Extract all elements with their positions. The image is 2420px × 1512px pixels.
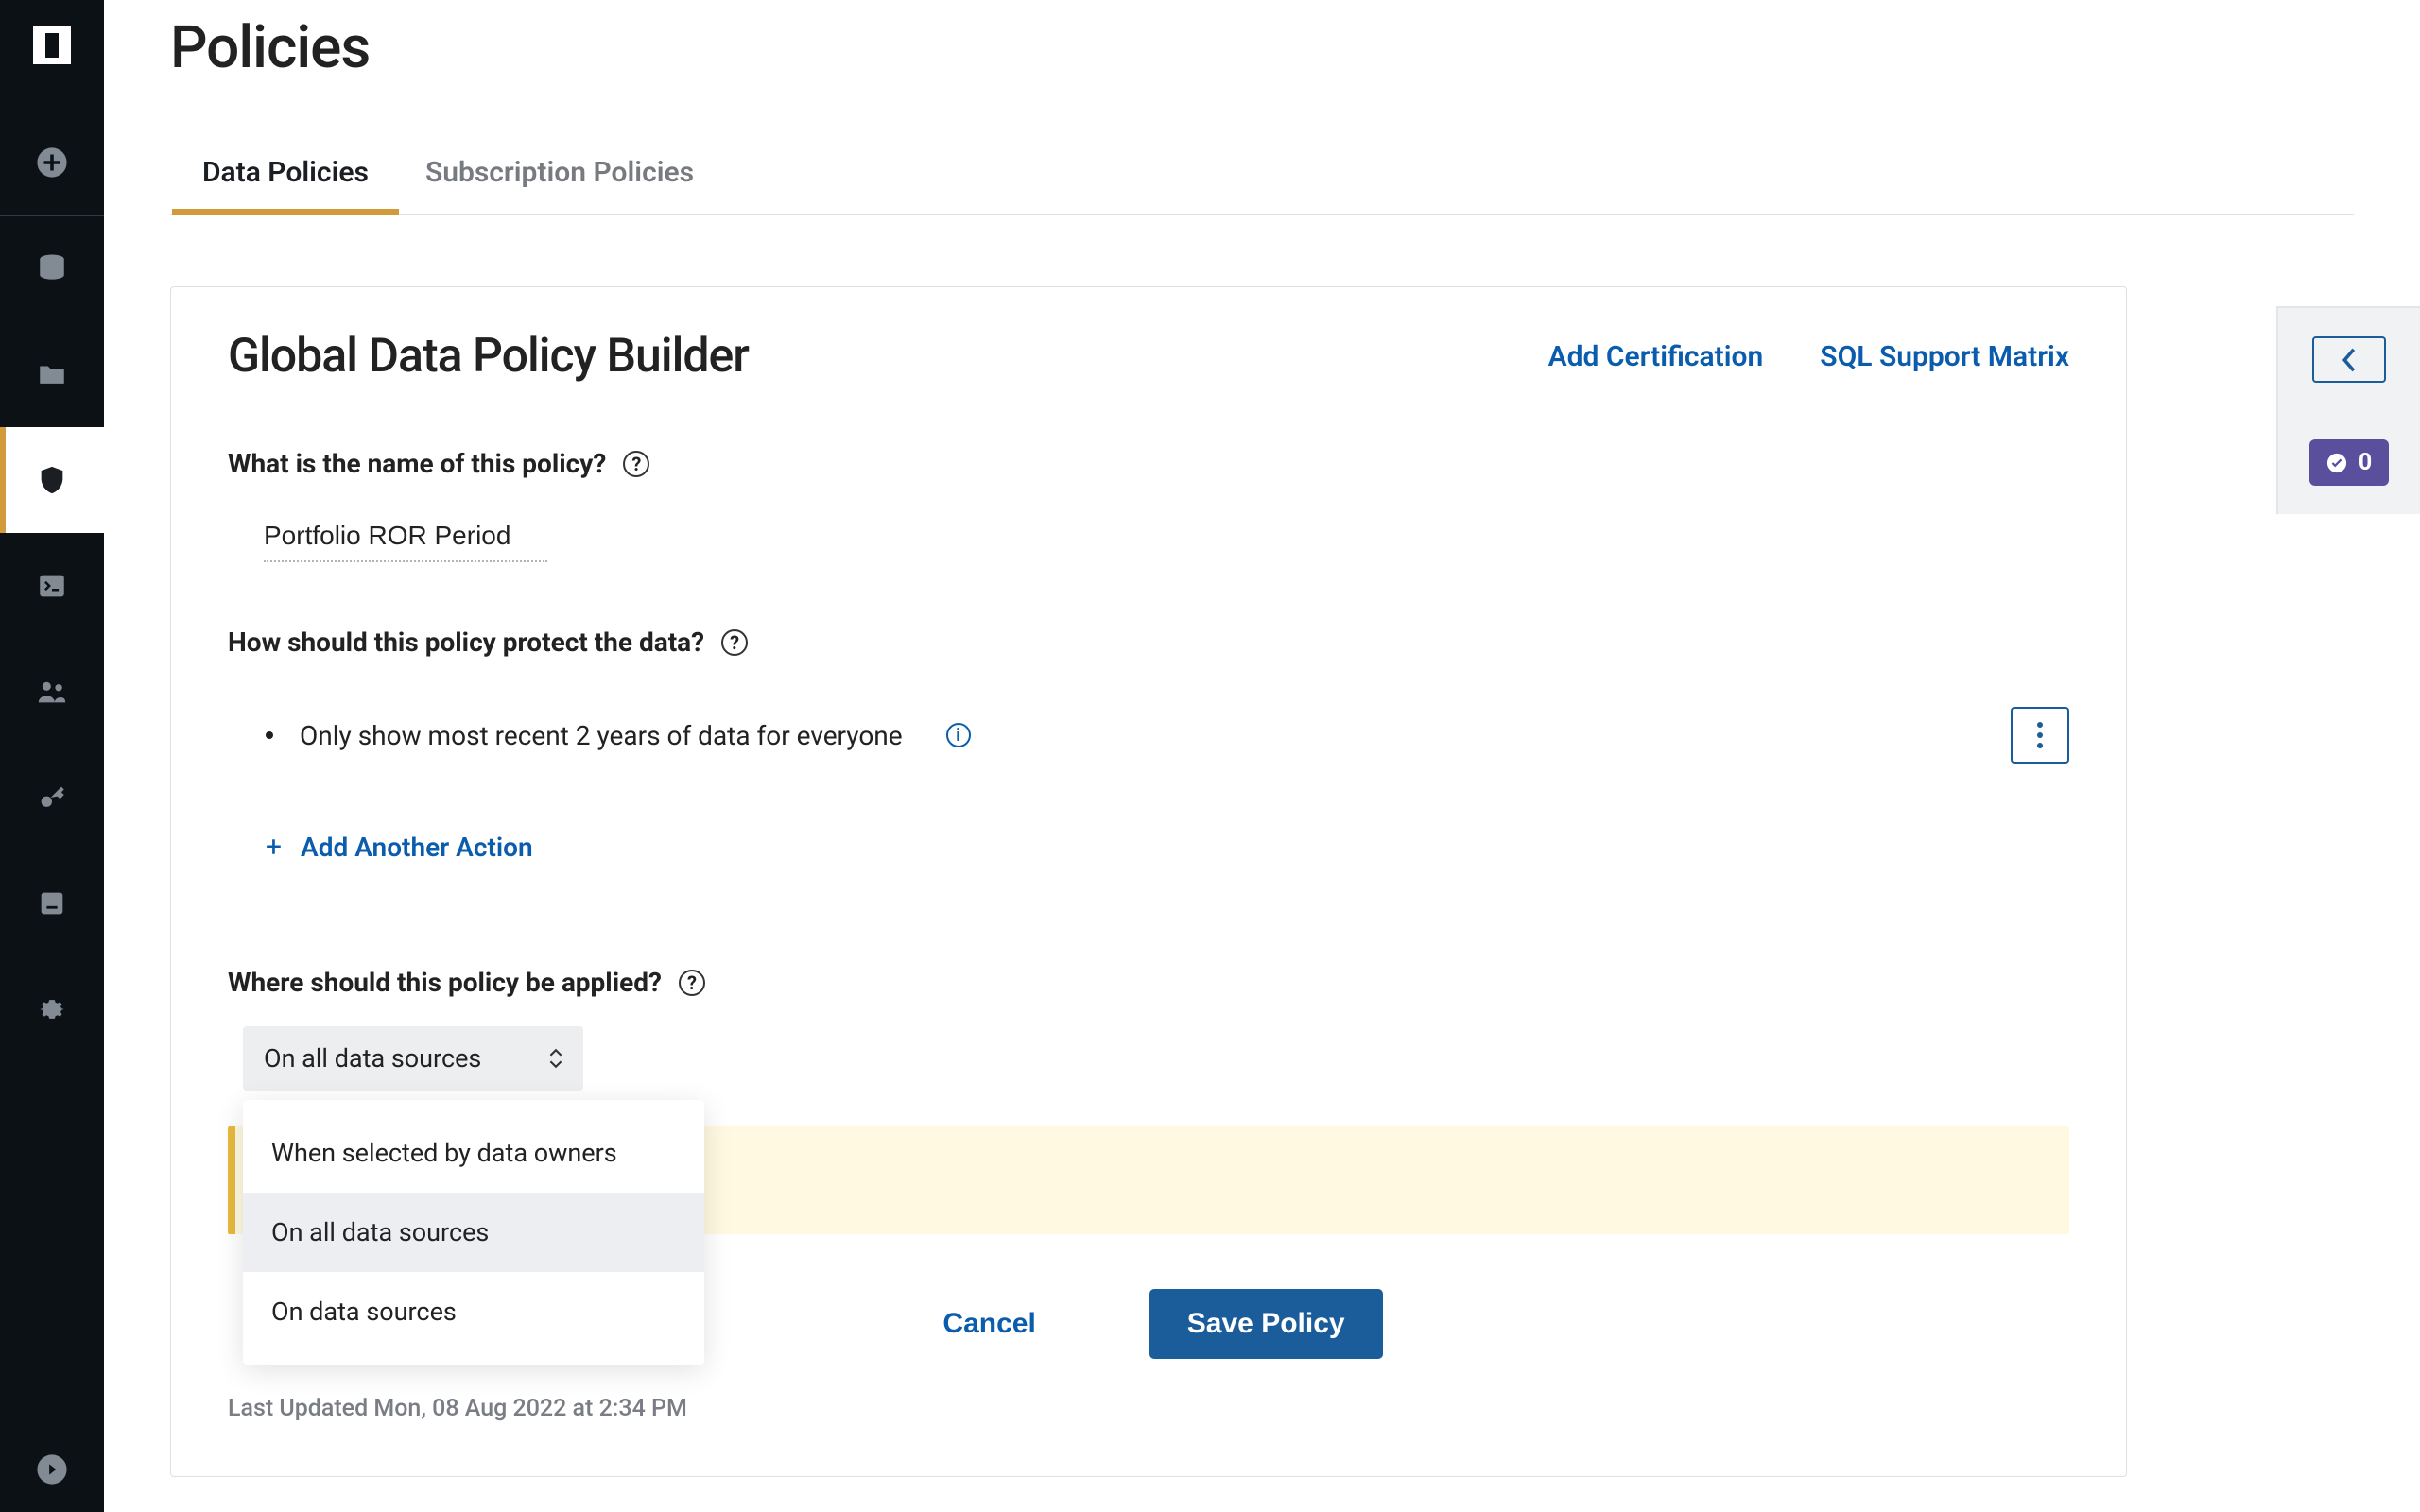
protect-question-label: How should this policy protect the data? <box>228 627 704 658</box>
dropdown-option-owners[interactable]: When selected by data owners <box>243 1113 704 1193</box>
help-icon-protect[interactable]: ? <box>721 629 748 656</box>
bullet-icon <box>266 731 273 739</box>
protect-question-row: How should this policy protect the data?… <box>228 627 2069 658</box>
logo-icon[interactable] <box>33 26 71 64</box>
badge-count: 0 <box>2359 449 2372 476</box>
sidebar-item-console[interactable] <box>0 533 104 639</box>
help-icon-where[interactable]: ? <box>679 970 705 996</box>
add-action-button[interactable]: + Add Another Action <box>266 832 2069 863</box>
dropdown-option-all-sources[interactable]: On all data sources <box>243 1193 704 1272</box>
builder-title: Global Data Policy Builder <box>228 329 749 384</box>
database-icon <box>36 252 68 284</box>
chevron-left-icon <box>2342 348 2357 372</box>
shield-icon <box>36 464 68 496</box>
help-icon-name[interactable]: ? <box>623 451 649 477</box>
main-content: Policies Data Policies Subscription Poli… <box>104 0 2420 1512</box>
where-question-row: Where should this policy be applied? ? <box>228 967 2069 998</box>
link-add-certification[interactable]: Add Certification <box>1548 340 1764 373</box>
people-icon <box>36 676 68 708</box>
name-question-label: What is the name of this policy? <box>228 448 606 479</box>
last-updated-text: Last Updated Mon, 08 Aug 2022 at 2:34 PM <box>228 1395 2069 1422</box>
console-icon <box>36 570 68 602</box>
rail-expand-button[interactable] <box>2312 336 2386 383</box>
cancel-button[interactable]: Cancel <box>914 1289 1063 1359</box>
sidebar-item-settings[interactable] <box>0 956 104 1062</box>
sidebar-item-add[interactable] <box>0 110 104 215</box>
rule-more-button[interactable] <box>2011 707 2069 764</box>
key-icon <box>36 782 68 814</box>
rule-row: Only show most recent 2 years of data fo… <box>228 707 2069 764</box>
archive-icon <box>36 887 68 919</box>
right-rail: 0 <box>2276 306 2420 514</box>
sidebar-item-policies[interactable] <box>0 427 104 533</box>
where-dropdown-menu: When selected by data owners On all data… <box>243 1100 704 1365</box>
folder-icon <box>36 358 68 390</box>
sidebar <box>0 0 104 1512</box>
save-button[interactable]: Save Policy <box>1150 1289 1383 1359</box>
tab-data-policies[interactable]: Data Policies <box>202 156 369 214</box>
sidebar-item-next[interactable] <box>0 1427 104 1512</box>
info-icon[interactable]: i <box>946 723 971 747</box>
where-question-label: Where should this policy be applied? <box>228 967 662 998</box>
policy-builder-card: Global Data Policy Builder Add Certifica… <box>170 286 2127 1477</box>
policy-name-input[interactable] <box>264 517 547 562</box>
select-stepper-icon <box>549 1048 562 1069</box>
plus-icon: + <box>266 833 282 862</box>
page-title: Policies <box>170 13 2354 82</box>
sidebar-item-archive[interactable] <box>0 850 104 956</box>
sidebar-item-people[interactable] <box>0 639 104 745</box>
arrow-right-icon <box>36 1453 68 1486</box>
tabs: Data Policies Subscription Policies <box>170 156 2354 215</box>
tab-subscription-policies[interactable]: Subscription Policies <box>425 156 694 214</box>
sidebar-item-key[interactable] <box>0 745 104 850</box>
check-circle-icon <box>2326 453 2347 473</box>
gear-icon <box>36 993 68 1025</box>
sidebar-item-database[interactable] <box>0 215 104 321</box>
sidebar-item-folder[interactable] <box>0 321 104 427</box>
dropdown-option-data-sources[interactable]: On data sources <box>243 1272 704 1351</box>
where-select-value: On all data sources <box>264 1043 481 1074</box>
name-question-row: What is the name of this policy? ? <box>228 448 2069 479</box>
link-sql-support-matrix[interactable]: SQL Support Matrix <box>1820 340 2069 373</box>
where-select[interactable]: On all data sources When selected by dat… <box>243 1026 583 1091</box>
rule-text: Only show most recent 2 years of data fo… <box>300 720 903 751</box>
add-action-label: Add Another Action <box>301 832 533 863</box>
status-badge[interactable]: 0 <box>2309 439 2389 486</box>
